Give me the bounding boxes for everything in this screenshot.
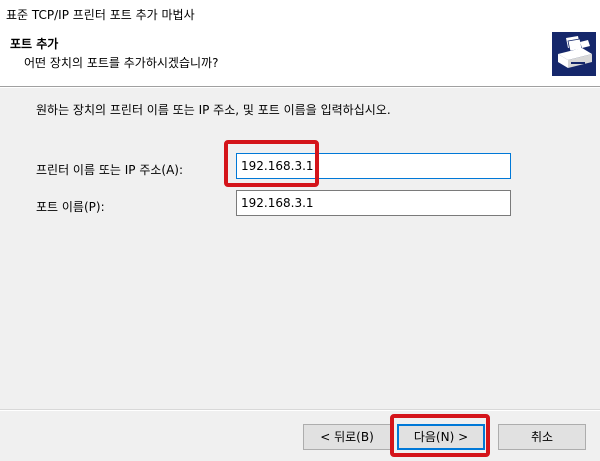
printer-wizard-icon: [552, 32, 596, 76]
port-name-input[interactable]: [236, 190, 511, 216]
footer-separator: [0, 409, 600, 411]
back-button[interactable]: < 뒤로(B): [303, 424, 391, 450]
header-separator: [0, 86, 600, 88]
header-subtitle: 어떤 장치의 포트를 추가하시겠습니까?: [24, 56, 219, 70]
next-button[interactable]: 다음(N) >: [397, 424, 485, 450]
title-bar: 표준 TCP/IP 프린터 포트 추가 마법사: [0, 0, 600, 28]
printer-address-input[interactable]: [236, 153, 511, 179]
wizard-window: 표준 TCP/IP 프린터 포트 추가 마법사 포트 추가 어떤 장치의 포트를…: [0, 0, 600, 461]
wizard-header: 포트 추가 어떤 장치의 포트를 추가하시겠습니까?: [0, 28, 600, 86]
header-title: 포트 추가: [10, 37, 59, 51]
port-name-label: 포트 이름(P):: [36, 200, 105, 214]
printer-address-label: 프린터 이름 또는 IP 주소(A):: [36, 163, 184, 177]
window-title: 표준 TCP/IP 프린터 포트 추가 마법사: [6, 8, 195, 22]
instruction-text: 원하는 장치의 프린터 이름 또는 IP 주소, 및 포트 이름을 입력하십시오…: [36, 103, 391, 117]
cancel-button[interactable]: 취소: [498, 424, 586, 450]
